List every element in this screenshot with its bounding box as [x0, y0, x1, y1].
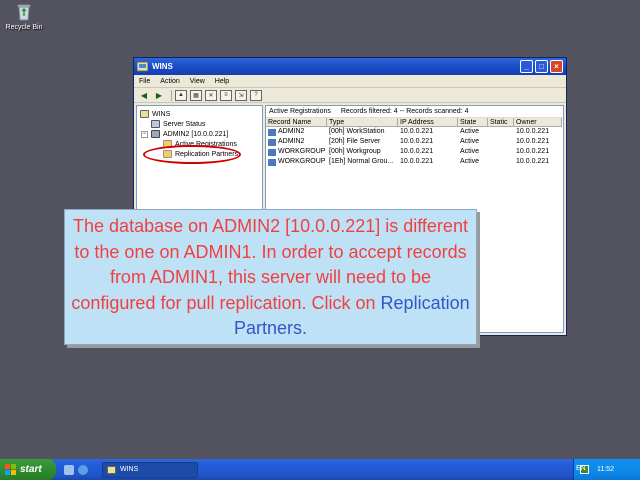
cell-static: [488, 157, 514, 167]
column-type[interactable]: Type: [327, 118, 398, 127]
tree-node-server-status[interactable]: Server Status: [151, 120, 205, 128]
cell-type: [00h] WorkStation: [329, 128, 385, 135]
start-button[interactable]: start: [0, 459, 56, 480]
show-desktop-icon[interactable]: [64, 464, 74, 475]
cell-name: ADMIN2: [278, 138, 305, 145]
cell-ip: 10.0.0.221: [400, 158, 434, 165]
cell-type: [1Eh] Normal Grou...: [329, 158, 394, 165]
server-icon: [151, 130, 160, 138]
list-title: Active Registrations: [269, 108, 331, 115]
cell-type: [00h] Workgroup: [329, 148, 381, 155]
language-indicator[interactable]: EN: [576, 465, 586, 472]
forward-arrow-icon[interactable]: ▶: [153, 90, 165, 101]
taskbar-item-wins[interactable]: WINS: [102, 461, 198, 478]
maximize-button[interactable]: □: [535, 60, 548, 73]
back-arrow-icon[interactable]: ◀: [138, 90, 150, 101]
computer-icon: [268, 138, 276, 146]
instruction-callout: The database on ADMIN2 [10.0.0.221] is d…: [64, 209, 477, 345]
cell-owner: 10.0.0.221: [516, 148, 550, 155]
table-row[interactable]: WORKGROUP [1Eh] Normal Grou... 10.0.0.22…: [266, 157, 563, 167]
wins-app-icon: [137, 61, 148, 72]
cell-static: [488, 147, 514, 157]
windows-flag-icon: [5, 464, 16, 475]
cell-state: Active: [460, 148, 480, 155]
workgroup-icon: [268, 148, 276, 156]
cell-static: [488, 137, 514, 147]
menu-help[interactable]: Help: [215, 78, 229, 85]
properties-icon[interactable]: ≡: [220, 89, 232, 101]
window-titlebar[interactable]: WINS _ □ ×: [134, 58, 566, 75]
column-owner[interactable]: Owner: [514, 118, 562, 127]
minimize-button[interactable]: _: [520, 60, 533, 73]
show-tree-icon[interactable]: ▦: [190, 89, 202, 101]
callout-end: .: [302, 318, 308, 338]
tree-label-wins: WINS: [152, 110, 171, 118]
list-header: Active Registrations Records filtered: 4…: [266, 106, 563, 117]
tree-label-server-status: Server Status: [163, 120, 206, 128]
internet-explorer-icon[interactable]: [78, 464, 88, 475]
cell-state: Active: [460, 138, 480, 145]
wins-task-icon: [107, 465, 116, 474]
computer-icon: [268, 128, 276, 136]
cell-static: [488, 127, 514, 137]
cell-owner: 10.0.0.221: [516, 158, 550, 165]
quick-launch: [64, 464, 92, 475]
tree-expander-server[interactable]: −: [141, 131, 148, 138]
column-headers: Record Name Type IP Address State Static…: [266, 117, 563, 127]
menu-view[interactable]: View: [190, 78, 205, 85]
recycle-bin-shortcut[interactable]: Recycle Bin: [4, 2, 44, 31]
export-icon[interactable]: ⇲: [235, 89, 247, 101]
start-label: start: [20, 464, 42, 475]
cell-owner: 10.0.0.221: [516, 138, 550, 145]
table-row[interactable]: ADMIN2 [00h] WorkStation 10.0.0.221 Acti…: [266, 127, 563, 137]
taskbar-item-label: WINS: [120, 466, 139, 473]
taskbar: start WINS 11:52: [0, 459, 640, 480]
tree-label-server: ADMIN2 [10.0.0.221]: [163, 130, 229, 138]
table-row[interactable]: ADMIN2 [20h] File Server 10.0.0.221 Acti…: [266, 137, 563, 147]
tree-node-server[interactable]: ADMIN2 [10.0.0.221]: [151, 130, 228, 138]
toolbar: ◀ ▶ ▲ ▦ ✕ ≡ ⇲ ?: [134, 88, 566, 103]
cell-type: [20h] File Server: [329, 138, 381, 145]
delete-icon[interactable]: ✕: [205, 89, 217, 101]
menu-action[interactable]: Action: [160, 78, 179, 85]
highlight-circle: [143, 145, 241, 164]
up-folder-icon[interactable]: ▲: [175, 89, 187, 101]
tree-node-wins[interactable]: WINS: [140, 110, 170, 118]
cell-owner: 10.0.0.221: [516, 128, 550, 135]
cell-state: Active: [460, 128, 480, 135]
recycle-bin-label: Recycle Bin: [5, 24, 43, 31]
table-row[interactable]: WORKGROUP [00h] Workgroup 10.0.0.221 Act…: [266, 147, 563, 157]
column-ip-address[interactable]: IP Address: [398, 118, 458, 127]
wins-node-icon: [140, 110, 149, 118]
toolbar-separator: [171, 89, 172, 101]
server-status-icon: [151, 120, 160, 128]
close-button[interactable]: ×: [550, 60, 563, 73]
cell-ip: 10.0.0.221: [400, 128, 434, 135]
help-icon[interactable]: ?: [250, 89, 262, 101]
cell-state: Active: [460, 158, 480, 165]
window-title: WINS: [152, 62, 173, 71]
cell-ip: 10.0.0.221: [400, 148, 434, 155]
menu-bar: File Action View Help: [134, 75, 566, 88]
records-count: Records filtered: 4 -- Records scanned: …: [340, 108, 469, 115]
column-record-name[interactable]: Record Name: [266, 118, 327, 127]
column-state[interactable]: State: [458, 118, 488, 127]
cell-name: WORKGROUP: [278, 148, 326, 155]
recycle-bin-icon: [14, 2, 34, 22]
workgroup-icon: [268, 158, 276, 166]
menu-file[interactable]: File: [139, 78, 150, 85]
cell-name: ADMIN2: [278, 128, 305, 135]
cell-name: WORKGROUP: [278, 158, 326, 165]
cell-ip: 10.0.0.221: [400, 138, 434, 145]
clock[interactable]: 11:52: [597, 466, 614, 473]
column-static[interactable]: Static: [488, 118, 514, 127]
